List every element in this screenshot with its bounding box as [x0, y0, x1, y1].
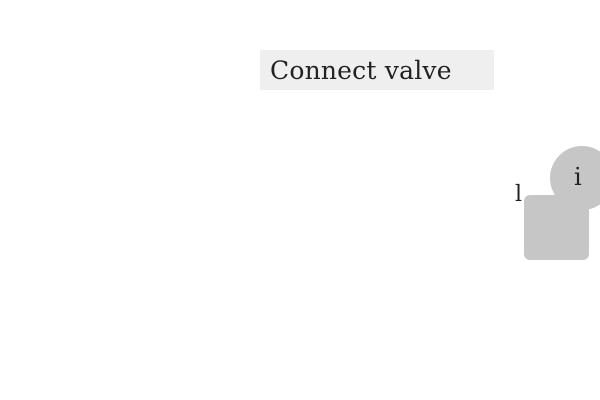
title-box: Connect valve: [260, 50, 494, 90]
info-icon: i: [574, 163, 582, 191]
page-title: Connect valve: [270, 55, 452, 85]
side-label: l: [515, 182, 523, 207]
